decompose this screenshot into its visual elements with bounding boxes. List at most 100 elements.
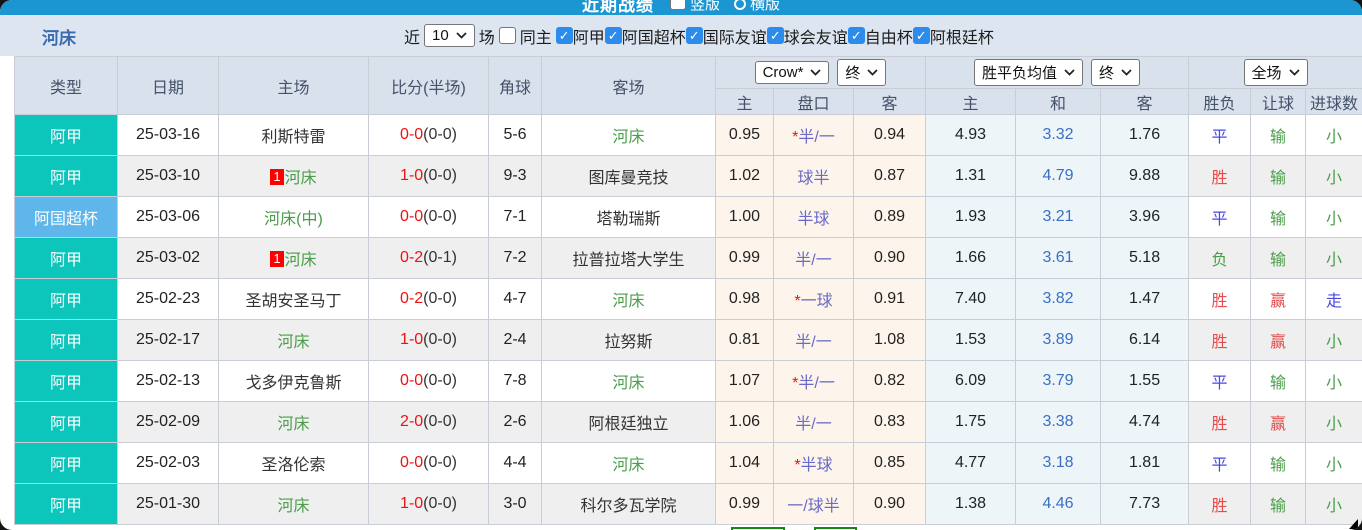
home-team: 河床 (218, 319, 369, 361)
layout-radio-group: 竖版 横版 (669, 0, 780, 14)
match-date: 25-01-30 (117, 483, 219, 525)
asian-away-odds: 0.83 (852, 401, 927, 443)
chevron-down-icon (1064, 69, 1075, 76)
match-stats-widget: 近期战绩 竖版 横版 河床 近 10 场 同主 ✓ 阿甲 ✓ 阿国超杯 ✓ 国际… (0, 0, 1362, 530)
handicap-outcome: 输 (1250, 360, 1307, 402)
competition-label: 国际友谊 (702, 29, 767, 47)
competition-checkbox[interactable]: ✓ (604, 27, 622, 44)
competition-filter-item[interactable]: ✓ 自由杯 (847, 24, 913, 48)
asian-home-odds: 0.99 (715, 483, 774, 525)
match-type: 阿甲 (14, 401, 118, 443)
away-team: 图库曼竞技 (541, 155, 716, 197)
competition-filter-item[interactable]: ✓ 国际友谊 (685, 24, 767, 48)
competition-checkbox[interactable]: ✓ (685, 27, 703, 44)
match-date: 25-02-13 (117, 360, 219, 402)
asian-handicap: *半/一 (773, 360, 854, 402)
odds-type-select[interactable]: 胜平负均值 (974, 59, 1084, 86)
radio-vertical-layout[interactable]: 竖版 (669, 0, 720, 14)
radio-label: 竖版 (689, 0, 720, 13)
match-date: 25-02-09 (117, 401, 219, 443)
result-outcome: 平 (1188, 360, 1252, 402)
match-type: 阿甲 (14, 483, 118, 525)
match-score: 1-0(0-0) (368, 483, 489, 525)
europe-draw-odds: 3.61 (1015, 237, 1102, 279)
table-row: 阿甲 25-02-13 戈多伊克鲁斯 0-0(0-0) 7-8 河床 1.07 *半/一 0.8… (14, 360, 1362, 402)
result-outcome: 负 (1188, 237, 1252, 279)
table-row: 阿甲 25-02-09 河床 2-0(0-0) 2-6 阿根廷独立 1.06 半/一 0.83 1… (14, 401, 1362, 443)
result-outcome: 平 (1188, 196, 1252, 238)
competition-label: 阿根廷杯 (929, 29, 994, 47)
col-result: 胜负 (1188, 88, 1252, 115)
corner-score: 9-3 (488, 155, 542, 197)
bookmaker-select[interactable]: Crow* (754, 61, 830, 84)
match-date: 25-02-23 (117, 278, 219, 320)
period-select[interactable]: 全场 (1243, 59, 1308, 86)
result-outcome: 胜 (1188, 483, 1252, 525)
chevron-down-icon (1121, 69, 1132, 76)
home-team: 圣胡安圣马丁 (218, 278, 369, 320)
asian-handicap: *半/一 (773, 114, 854, 156)
same-home-checkbox[interactable] (498, 27, 516, 44)
col-away: 客场 (541, 56, 716, 115)
competition-filter-item[interactable]: ✓ 阿国超杯 (604, 24, 686, 48)
match-type: 阿国超杯 (14, 196, 118, 238)
competition-checkbox[interactable]: ✓ (766, 27, 784, 44)
match-type: 阿甲 (14, 237, 118, 279)
europe-lose-odds: 6.14 (1100, 319, 1190, 361)
competition-filter-item[interactable]: ✓ 球会友谊 (766, 24, 848, 48)
europe-win-odds: 6.09 (925, 360, 1017, 402)
europe-win-odds: 1.38 (925, 483, 1017, 525)
europe-win-odds: 1.53 (925, 319, 1017, 361)
europe-draw-odds: 3.18 (1015, 442, 1102, 484)
result-outcome: 胜 (1188, 319, 1252, 361)
competition-filter-item[interactable]: ✓ 阿根廷杯 (912, 24, 994, 48)
europe-draw-odds: 3.32 (1015, 114, 1102, 156)
europe-draw-odds: 3.38 (1015, 401, 1102, 443)
asian-odds-state-select[interactable]: 终 (837, 59, 887, 86)
table-row: 阿甲 25-02-03 圣洛伦索 0-0(0-0) 4-4 河床 1.04 *半球 0.85 4.… (14, 442, 1362, 484)
bookmaker-value: Crow* (762, 64, 804, 81)
asian-away-odds: 0.91 (852, 278, 927, 320)
asian-handicap: *半球 (773, 442, 854, 484)
competition-filter-item[interactable]: ✓ 阿甲 (555, 24, 605, 48)
table-row: 阿甲 25-02-17 河床 1-0(0-0) 2-4 拉努斯 0.81 半/一 1.08 1.5… (14, 319, 1362, 361)
corner-score: 4-7 (488, 278, 542, 320)
match-type: 阿甲 (14, 319, 118, 361)
goals-outcome: 走 (1305, 278, 1362, 320)
asian-handicap: *一球 (773, 278, 854, 320)
corner-score: 3-0 (488, 483, 542, 525)
radio-horizontal-layout[interactable]: 横版 (734, 0, 780, 14)
goals-outcome: 小 (1305, 237, 1362, 279)
recent-label: 近 (404, 29, 421, 47)
away-team: 河床 (541, 278, 716, 320)
europe-win-odds: 1.93 (925, 196, 1017, 238)
period-value: 全场 (1251, 65, 1282, 82)
col-europe-draw: 和 (1015, 88, 1102, 115)
match-score: 0-0(0-0) (368, 442, 489, 484)
competition-checkbox[interactable]: ✓ (555, 27, 573, 44)
match-type: 阿甲 (14, 442, 118, 484)
table-row: 阿甲 25-03-10 1 河床 1-0(0-0) 9-3 图库曼竞技 1.02 球半 0.87 1… (14, 155, 1362, 197)
goals-outcome: 小 (1305, 155, 1362, 197)
handicap-outcome: 输 (1250, 196, 1307, 238)
europe-odds-group-header: 胜平负均值 终 (925, 56, 1190, 89)
asian-handicap: 球半 (773, 155, 854, 197)
home-team: 河床 (218, 483, 369, 525)
corner-score: 7-2 (488, 237, 542, 279)
competition-checkbox[interactable]: ✓ (847, 27, 865, 44)
table-row: 阿甲 25-01-30 河床 1-0(0-0) 3-0 科尔多瓦学院 0.99 一/球半 0.9… (14, 483, 1362, 525)
table-row: 阿甲 25-03-16 利斯特雷 0-0(0-0) 5-6 河床 0.95 *半/一 0.94 4… (14, 114, 1362, 156)
recent-count-select[interactable]: 10 (424, 24, 475, 47)
europe-odds-state-select[interactable]: 终 (1091, 59, 1141, 86)
col-handicap: 盘口 (773, 88, 854, 115)
corner-score: 7-8 (488, 360, 542, 402)
col-type: 类型 (14, 56, 118, 115)
competition-checkbox[interactable]: ✓ (912, 27, 930, 44)
europe-lose-odds: 7.73 (1100, 483, 1190, 525)
match-score: 2-0(0-0) (368, 401, 489, 443)
asian-handicap: 半/一 (773, 237, 854, 279)
asian-away-odds: 0.85 (852, 442, 927, 484)
col-home: 主场 (218, 56, 369, 115)
asian-handicap: 一/球半 (773, 483, 854, 525)
europe-draw-odds: 3.21 (1015, 196, 1102, 238)
